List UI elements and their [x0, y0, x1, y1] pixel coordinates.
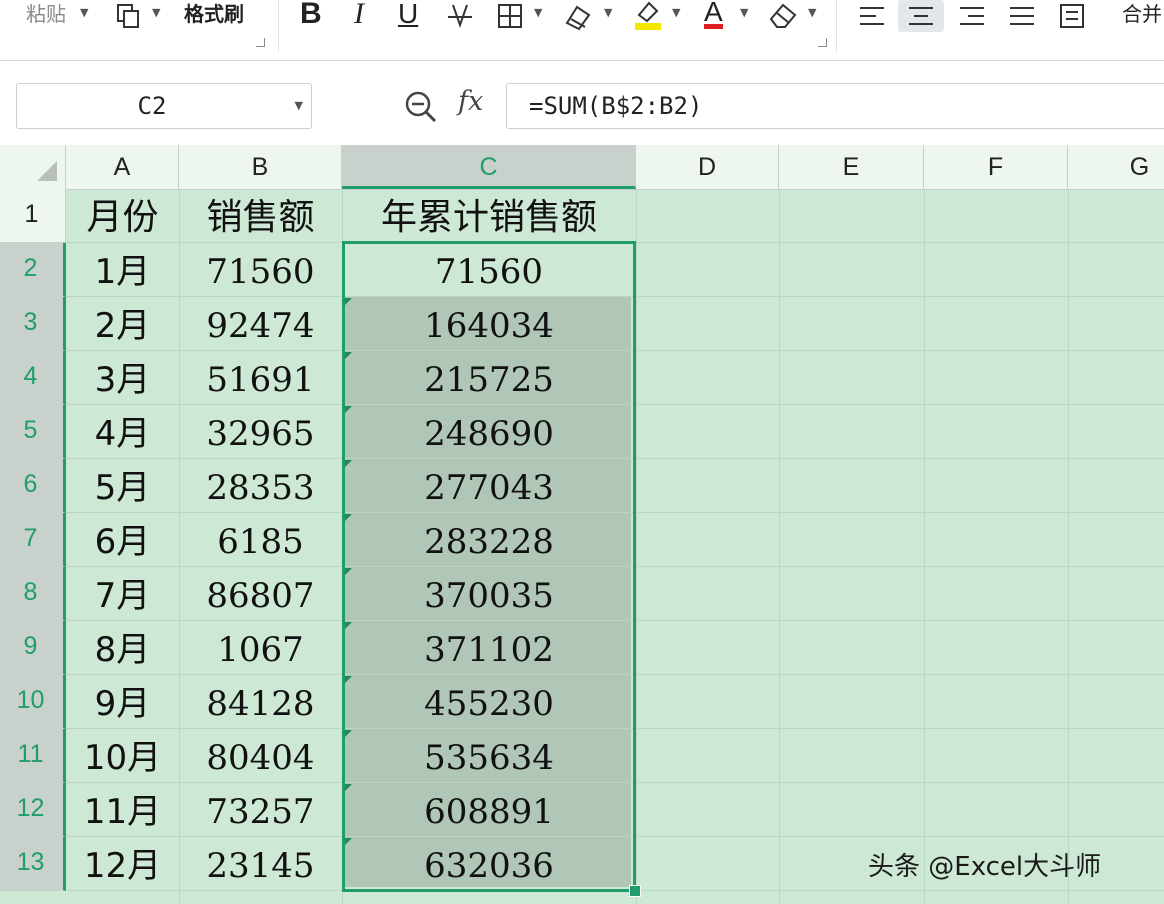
select-all-corner[interactable] — [0, 145, 66, 189]
strikethrough-icon[interactable] — [444, 0, 476, 32]
cell-a8[interactable]: 7月 — [66, 567, 179, 621]
bold-button[interactable]: B — [300, 0, 322, 29]
cell-b3[interactable]: 92474 — [179, 297, 342, 351]
eraser-icon[interactable] — [766, 0, 802, 32]
copy-icon[interactable] — [112, 0, 144, 32]
cell-b10[interactable]: 84128 — [179, 675, 342, 729]
row-header-6[interactable]: 6 — [0, 459, 66, 513]
borders-icon[interactable] — [494, 0, 526, 32]
align-center-icon[interactable] — [898, 0, 944, 32]
column-header-a[interactable]: A — [66, 145, 179, 189]
highlight-color-icon[interactable] — [630, 0, 666, 32]
row-header-13[interactable]: 13 — [0, 837, 66, 891]
fill-pattern-icon[interactable] — [562, 0, 598, 32]
ribbon-toolbar: 粘贴 ▼ ▼ 格式刷 B I U ▼ ▼ ▼ A ▼ ▼ 合并 — [0, 0, 1164, 61]
row-header-10[interactable]: 10 — [0, 675, 66, 729]
paste-button[interactable]: 粘贴 — [26, 0, 66, 28]
format-painter-button[interactable]: 格式刷 — [184, 0, 244, 28]
cell-a5[interactable]: 4月 — [66, 405, 179, 459]
column-headers: A B C D E F G — [0, 145, 1164, 190]
row-header-3[interactable]: 3 — [0, 297, 66, 351]
cell-a7[interactable]: 6月 — [66, 513, 179, 567]
fill-handle[interactable] — [629, 885, 641, 897]
cell-a1[interactable]: 月份 — [66, 189, 179, 243]
selection-border — [342, 241, 636, 892]
cell-b12[interactable]: 73257 — [179, 783, 342, 837]
row-headers: 1 2 3 4 5 6 7 8 9 10 11 12 13 — [0, 189, 66, 904]
row-header-11[interactable]: 11 — [0, 729, 66, 783]
row-header-2[interactable]: 2 — [0, 243, 66, 297]
cell-b1[interactable]: 销售额 — [179, 189, 342, 243]
fill-pattern-dropdown-arrow-icon[interactable]: ▼ — [604, 6, 612, 19]
column-header-e[interactable]: E — [779, 145, 924, 189]
cell-b6[interactable]: 28353 — [179, 459, 342, 513]
font-color-button[interactable]: A — [704, 0, 723, 29]
clipboard-launcher-icon[interactable] — [256, 38, 265, 47]
cell-a3[interactable]: 2月 — [66, 297, 179, 351]
cell-b9[interactable]: 1067 — [179, 621, 342, 675]
paste-dropdown-arrow-icon[interactable]: ▼ — [80, 6, 88, 19]
column-header-g[interactable]: G — [1068, 145, 1164, 189]
cell-a6[interactable]: 5月 — [66, 459, 179, 513]
formula-bar: C2 ▼ =SUM(B$2:B2) — [0, 61, 1164, 145]
copy-dropdown-arrow-icon[interactable]: ▼ — [152, 6, 160, 19]
select-all-triangle-icon — [37, 161, 57, 181]
cell-b8[interactable]: 86807 — [179, 567, 342, 621]
ribbon-divider — [278, 0, 279, 52]
align-left-icon[interactable] — [856, 0, 888, 32]
eraser-dropdown-arrow-icon[interactable]: ▼ — [808, 6, 816, 19]
cell-a2[interactable]: 1月 — [66, 243, 179, 297]
zoom-icon[interactable] — [404, 90, 438, 128]
highlight-dropdown-arrow-icon[interactable]: ▼ — [672, 6, 680, 19]
row-header-5[interactable]: 5 — [0, 405, 66, 459]
row-header-1[interactable]: 1 — [0, 189, 66, 243]
fx-icon[interactable]: fx — [458, 86, 483, 117]
cell-a13[interactable]: 12月 — [66, 837, 179, 891]
justify-icon[interactable] — [1006, 0, 1038, 32]
italic-button[interactable]: I — [354, 0, 364, 29]
font-color-dropdown-arrow-icon[interactable]: ▼ — [740, 6, 748, 19]
formula-input[interactable]: =SUM(B$2:B2) — [506, 83, 1164, 129]
cell-b7[interactable]: 6185 — [179, 513, 342, 567]
font-launcher-icon[interactable] — [818, 38, 827, 47]
row-header-7[interactable]: 7 — [0, 513, 66, 567]
cell-a4[interactable]: 3月 — [66, 351, 179, 405]
column-header-f[interactable]: F — [924, 145, 1068, 189]
cell-b4[interactable]: 51691 — [179, 351, 342, 405]
column-header-c[interactable]: C — [342, 145, 636, 189]
cell-c1[interactable]: 年累计销售额 — [342, 189, 636, 243]
column-header-d[interactable]: D — [636, 145, 779, 189]
cell-a12[interactable]: 11月 — [66, 783, 179, 837]
merge-button[interactable]: 合并 — [1122, 0, 1162, 28]
formula-text: =SUM(B$2:B2) — [529, 92, 703, 120]
name-box-value: C2 — [137, 92, 167, 120]
borders-dropdown-arrow-icon[interactable]: ▼ — [534, 6, 542, 19]
ribbon-divider — [836, 0, 837, 52]
cell-b2[interactable]: 71560 — [179, 243, 342, 297]
row-header-8[interactable]: 8 — [0, 567, 66, 621]
cell-b13[interactable]: 23145 — [179, 837, 342, 891]
cell-a10[interactable]: 9月 — [66, 675, 179, 729]
name-box-dropdown-arrow-icon[interactable]: ▼ — [295, 84, 303, 128]
cell-a11[interactable]: 10月 — [66, 729, 179, 783]
name-box[interactable]: C2 ▼ — [16, 83, 312, 129]
row-header-9[interactable]: 9 — [0, 621, 66, 675]
row-header-4[interactable]: 4 — [0, 351, 66, 405]
cell-grid[interactable]: 月份 销售额 年累计销售额 1月 71560 71560 2月 92474 16… — [0, 189, 1164, 904]
watermark-text: 头条 @Excel大斗师 — [868, 852, 1102, 882]
cell-b5[interactable]: 32965 — [179, 405, 342, 459]
cell-b11[interactable]: 80404 — [179, 729, 342, 783]
row-header-12[interactable]: 12 — [0, 783, 66, 837]
underline-button[interactable]: U — [398, 0, 418, 28]
align-right-icon[interactable] — [956, 0, 988, 32]
distributed-align-icon[interactable] — [1056, 0, 1088, 32]
cell-a9[interactable]: 8月 — [66, 621, 179, 675]
column-header-b[interactable]: B — [179, 145, 342, 189]
